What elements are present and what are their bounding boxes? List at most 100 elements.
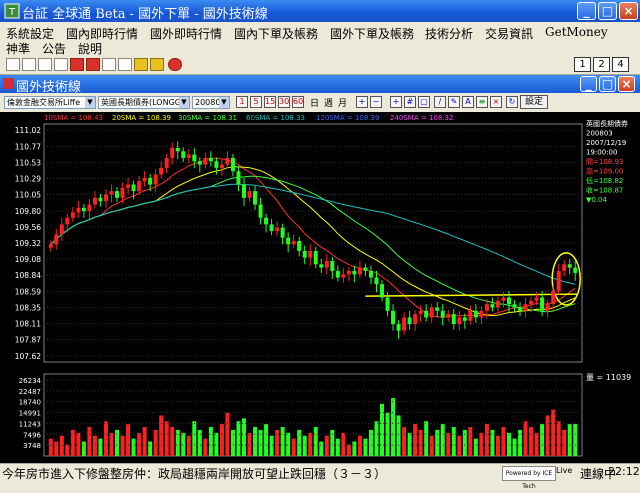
candle-body	[109, 191, 114, 195]
fibonacci-icon[interactable]: ≡	[476, 96, 488, 108]
close-button[interactable]: ×	[619, 2, 638, 20]
toolbar-alert-icon[interactable]	[168, 58, 182, 71]
candle-body	[391, 310, 396, 325]
toolbar-button-2[interactable]	[22, 58, 36, 71]
day-button[interactable]: 日	[310, 96, 319, 109]
candle-body	[98, 197, 103, 202]
zoom-out-icon[interactable]: −	[370, 96, 382, 108]
zoom-in-icon[interactable]: +	[356, 96, 368, 108]
toolbar-button-1[interactable]	[6, 58, 20, 71]
candle-body	[87, 204, 92, 212]
layout-2-button[interactable]: 2	[593, 57, 610, 72]
volume-tick-label: 7496	[23, 431, 41, 439]
info-time: 19:00:00	[586, 149, 617, 157]
period-5-button[interactable]: 5	[250, 96, 262, 108]
price-tick-label: 108.35	[15, 303, 41, 312]
volume-tick-label: 14991	[19, 410, 41, 418]
price-tick-label: 108.84	[15, 271, 41, 280]
crosshair-icon[interactable]: +	[390, 96, 402, 108]
toolbar-button-7[interactable]	[134, 58, 148, 71]
menu-announcements[interactable]: 公告	[42, 40, 66, 57]
period-1-button[interactable]: 1	[236, 96, 248, 108]
volume-tick-label: 26234	[19, 377, 42, 385]
volume-bar	[192, 421, 197, 456]
sub-close-button[interactable]: ×	[618, 76, 635, 92]
toolbar-button-6[interactable]	[118, 58, 132, 71]
menu-shenzhun[interactable]: 神準	[6, 40, 30, 57]
volume-bar	[81, 441, 86, 456]
candle-body	[197, 161, 202, 165]
powered-by-badge: Powered by ICE Tech	[502, 466, 556, 490]
volume-bar	[241, 418, 246, 456]
candle-body	[468, 310, 473, 321]
chart-grid	[43, 123, 583, 457]
menu-trade-info[interactable]: 交易資訊	[485, 25, 533, 42]
candle-body	[247, 191, 252, 198]
month-button[interactable]: 月	[338, 96, 347, 109]
text-icon[interactable]: A	[462, 96, 474, 108]
volume-bar	[236, 421, 241, 456]
candle-body	[346, 270, 351, 275]
period-60-button[interactable]: 60	[292, 96, 304, 108]
minimize-button[interactable]: _	[577, 2, 596, 20]
period-30-button[interactable]: 30	[278, 96, 290, 108]
menu-technical-analysis[interactable]: 技術分析	[425, 25, 473, 42]
chevron-down-icon: ▼	[219, 97, 229, 108]
delete-icon[interactable]: ×	[490, 96, 502, 108]
price-tick-label: 108.59	[15, 288, 41, 297]
layout-4-button[interactable]: 4	[612, 57, 629, 72]
toolbar-button-4[interactable]	[54, 58, 68, 71]
candle-body	[451, 314, 456, 325]
candle-body	[330, 260, 335, 271]
candle-body	[137, 181, 142, 192]
volume-bar	[567, 424, 572, 456]
menu-getmoney[interactable]: GetMoney	[545, 25, 608, 39]
sub-maximize-button[interactable]: □	[599, 76, 616, 92]
layout-1-button[interactable]: 1	[574, 57, 591, 72]
maximize-button[interactable]: □	[598, 2, 617, 20]
menu-foreign-orders[interactable]: 國外下單及帳務	[330, 25, 414, 42]
volume-bar	[291, 438, 296, 456]
toolbar-order-button-2[interactable]	[86, 58, 100, 71]
select-icon[interactable]: ▢	[418, 96, 430, 108]
volume-bar	[551, 409, 556, 456]
period-15-button[interactable]: 15	[264, 96, 276, 108]
menu-foreign-quotes[interactable]: 國外即時行情	[150, 25, 222, 42]
contract-select[interactable]: 200803 ▼	[192, 96, 230, 109]
price-tick-label: 108.11	[15, 319, 41, 328]
week-button[interactable]: 週	[324, 96, 333, 109]
sma-legend-item: 120SMA = 108.39	[316, 114, 379, 122]
price-panel-frame	[43, 123, 583, 363]
candle-body	[115, 191, 120, 198]
clock: 22:12:0	[608, 465, 640, 478]
symbol-select[interactable]: 英國長期債券(LONGGILT) ▼	[98, 96, 190, 109]
sub-minimize-button[interactable]: _	[580, 76, 597, 92]
candle-body	[429, 307, 434, 318]
refresh-icon[interactable]: ↻	[506, 96, 518, 108]
symbol-value: 英國長期債券(LONGGILT)	[101, 98, 190, 107]
exchange-select[interactable]: 倫敦金融交易所Liffe ▼	[4, 96, 96, 109]
volume-bar	[302, 435, 307, 456]
toolbar-button-3[interactable]	[38, 58, 52, 71]
candle-body	[230, 157, 235, 172]
news-ticker[interactable]: 今年房市進入下修盤整房仲：政局趨穩兩岸開放可望止跌回穩（３－３）	[2, 465, 386, 482]
menu-domestic-orders[interactable]: 國內下單及帳務	[234, 25, 318, 42]
candle-body	[159, 167, 164, 175]
chart-area[interactable]: 10SMA = 108.43 20SMA = 108.39 30SMA = 108.…	[0, 112, 640, 464]
grid-icon[interactable]: #	[404, 96, 416, 108]
menu-help[interactable]: 說明	[78, 40, 102, 57]
toolbar-button-8[interactable]	[150, 58, 164, 71]
pencil-icon[interactable]: ✎	[448, 96, 460, 108]
candlestick-chart[interactable]: 10SMA = 108.43 20SMA = 108.39 30SMA = 108.…	[0, 112, 640, 464]
volume-bar	[495, 435, 500, 456]
settings-button[interactable]: 設定	[520, 95, 548, 109]
volume-bars	[48, 398, 578, 456]
draw-line-icon[interactable]: /	[434, 96, 446, 108]
title-bar: T 台証 全球通 Beta - 國外下單 - 國外技術線 _ □ ×	[0, 0, 640, 22]
toolbar-order-button-1[interactable]	[70, 58, 84, 71]
candle-body	[457, 317, 462, 325]
toolbar-button-5[interactable]	[102, 58, 116, 71]
volume-bar	[181, 432, 186, 456]
volume-tick-label: 18740	[19, 399, 41, 407]
subwindow-title-bar: 國外技術線 _ □ ×	[0, 75, 640, 95]
